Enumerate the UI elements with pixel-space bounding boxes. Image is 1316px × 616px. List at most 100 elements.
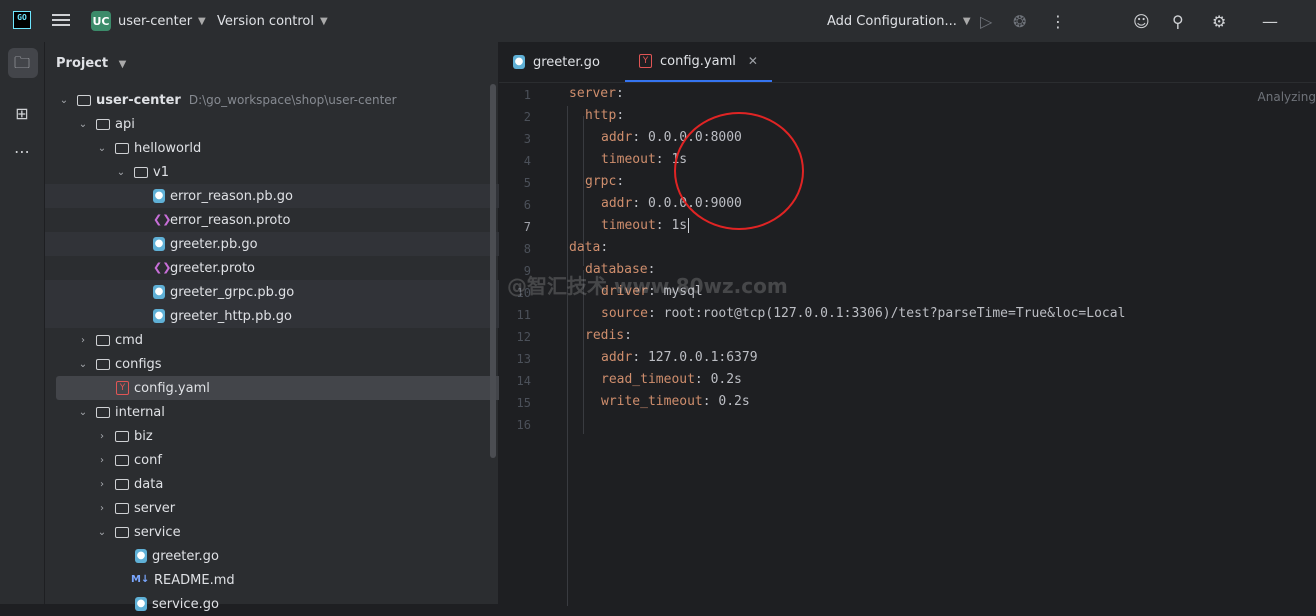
tree-item-cmd[interactable]: › cmd (45, 328, 529, 352)
tree-item-label: configs (115, 356, 162, 372)
folder-icon[interactable]: 🗀 (0, 52, 44, 79)
project-badge[interactable]: UC (91, 11, 111, 31)
tree-item-label: greeter.pb.go (170, 236, 258, 252)
yaml-key: addr (601, 350, 633, 365)
tree-item-config-yaml[interactable]: Y config.yaml (56, 376, 541, 400)
tree-item-api[interactable]: ⌄ api (45, 112, 529, 136)
chevron-down-icon: ⌄ (97, 142, 107, 154)
go-file-icon: ● (135, 549, 147, 563)
tree-item-label: data (134, 476, 164, 492)
close-icon[interactable]: ✕ (748, 54, 758, 68)
code-line[interactable]: addr: 127.0.0.1:6379 (569, 350, 758, 365)
go-file-icon: ● (153, 189, 165, 203)
more-tools-icon[interactable]: ⋯ (0, 142, 44, 161)
yaml-value: : 1s (655, 218, 688, 233)
tree-item-server[interactable]: › server (45, 496, 548, 520)
code-line[interactable]: timeout: 1s (569, 152, 687, 167)
go-file-icon: ● (135, 597, 147, 611)
project-selector[interactable]: user-center ▼ (118, 0, 206, 42)
tree-item-conf[interactable]: › conf (45, 448, 548, 472)
yaml-key: grpc (585, 174, 617, 189)
run-icon[interactable]: ▷ (980, 0, 992, 42)
line-number: 1 (523, 88, 531, 102)
tree-item-internal[interactable]: ⌄ internal (45, 400, 529, 424)
chevron-down-icon: ▼ (320, 15, 328, 27)
chevron-right-icon: › (81, 334, 85, 346)
tree-item-label: greeter.go (152, 548, 219, 564)
tree-item-label: server (134, 500, 176, 516)
editor-tabs: ● greeter.go Y config.yaml ✕ (499, 42, 1316, 83)
chevron-down-icon: ⌄ (59, 94, 69, 106)
code-line[interactable]: redis: (569, 328, 632, 343)
yaml-key: data (569, 240, 601, 255)
structure-icon[interactable]: ⊞ (0, 104, 44, 123)
project-name: user-center (118, 13, 193, 29)
yaml-value: : (615, 86, 624, 101)
folder-icon (115, 454, 129, 466)
code-line[interactable]: read_timeout: 0.2s (569, 372, 742, 387)
tool-window-strip: 🗀 ⊞ ⋯ (0, 42, 45, 604)
tree-item-label: README.md (154, 572, 235, 588)
code-line[interactable]: grpc: (569, 174, 624, 189)
tree-item-label: biz (134, 428, 153, 444)
project-scrollbar[interactable] (490, 84, 496, 458)
tree-item-label: conf (134, 452, 162, 468)
version-control-menu[interactable]: Version control ▼ (217, 0, 328, 42)
debug-icon[interactable]: ❂ (1013, 0, 1026, 42)
yaml-value: : 0.2s (702, 394, 750, 409)
code-line[interactable]: server: (569, 86, 624, 101)
project-panel: Project ▼ ⌄ user-center D:\go_workspace\… (45, 42, 600, 612)
tree-item-user-center[interactable]: ⌄ user-center D:\go_workspace\shop\user-… (45, 88, 510, 112)
tree-item-label: internal (115, 404, 165, 420)
tab-config-yaml[interactable]: Y config.yaml ✕ (625, 42, 772, 82)
folder-icon (96, 334, 110, 346)
tree-item-label: greeter.proto (170, 260, 256, 276)
tree-item-configs[interactable]: ⌄ configs (45, 352, 529, 376)
goland-logo: GO (13, 11, 31, 29)
tree-item-data[interactable]: › data (45, 472, 548, 496)
project-panel-title-label: Project (56, 56, 109, 71)
project-panel-title[interactable]: Project ▼ (56, 56, 126, 71)
yaml-value: : (600, 240, 609, 255)
line-number: 2 (523, 110, 531, 124)
search-icon[interactable]: ⚲ (1172, 0, 1184, 42)
folder-icon (115, 526, 129, 538)
folder-icon (115, 430, 129, 442)
editor-area: ● greeter.go Y config.yaml ✕ Analyzing 1… (499, 42, 1316, 606)
yaml-value: : (616, 108, 625, 123)
line-number: 11 (516, 308, 531, 322)
main-menu-icon[interactable] (52, 12, 70, 28)
line-number: 12 (516, 330, 531, 344)
tree-item-service[interactable]: ⌄ service (45, 520, 548, 544)
tree-item-label: error_reason.pb.go (170, 188, 293, 204)
tree-item-label: config.yaml (134, 380, 210, 396)
run-configuration-selector[interactable]: Add Configuration... ▼ (827, 0, 971, 42)
add-user-icon[interactable]: ☺ (1133, 0, 1150, 42)
yaml-value: : (624, 328, 632, 343)
code-line[interactable]: source: root:root@tcp(127.0.0.1:3306)/te… (569, 306, 1125, 321)
code-line[interactable]: timeout: 1s (569, 218, 690, 233)
folder-icon (115, 478, 129, 490)
chevron-down-icon: ⌄ (78, 118, 88, 130)
yaml-value: : 127.0.0.1:6379 (632, 350, 758, 365)
minimize-icon[interactable]: — (1262, 0, 1278, 42)
code-line[interactable]: http: (569, 108, 624, 123)
yaml-value: : 0.2s (694, 372, 742, 387)
project-path: D:\go_workspace\shop\user-center (188, 93, 397, 107)
proto-file-icon: ❮❯ (153, 261, 172, 274)
code-line[interactable]: data: (569, 240, 608, 255)
tree-item-label: service (134, 524, 181, 540)
code-line[interactable]: write_timeout: 0.2s (569, 394, 750, 409)
more-actions-icon[interactable]: ⋮ (1050, 0, 1066, 42)
tree-item-biz[interactable]: › biz (45, 424, 548, 448)
tree-item-label: user-center (96, 92, 181, 108)
yaml-key: addr (601, 130, 633, 145)
tree-item-v1[interactable]: ⌄ v1 (45, 160, 567, 184)
markdown-file-icon: M↓ (131, 574, 150, 585)
folder-icon (115, 502, 129, 514)
yaml-file-icon: Y (639, 54, 652, 68)
tree-item-helloworld[interactable]: ⌄ helloworld (45, 136, 548, 160)
run-configuration-label: Add Configuration... (827, 13, 957, 29)
tab-greeter-go[interactable]: ● greeter.go (513, 42, 600, 82)
settings-icon[interactable]: ⚙ (1212, 0, 1226, 42)
